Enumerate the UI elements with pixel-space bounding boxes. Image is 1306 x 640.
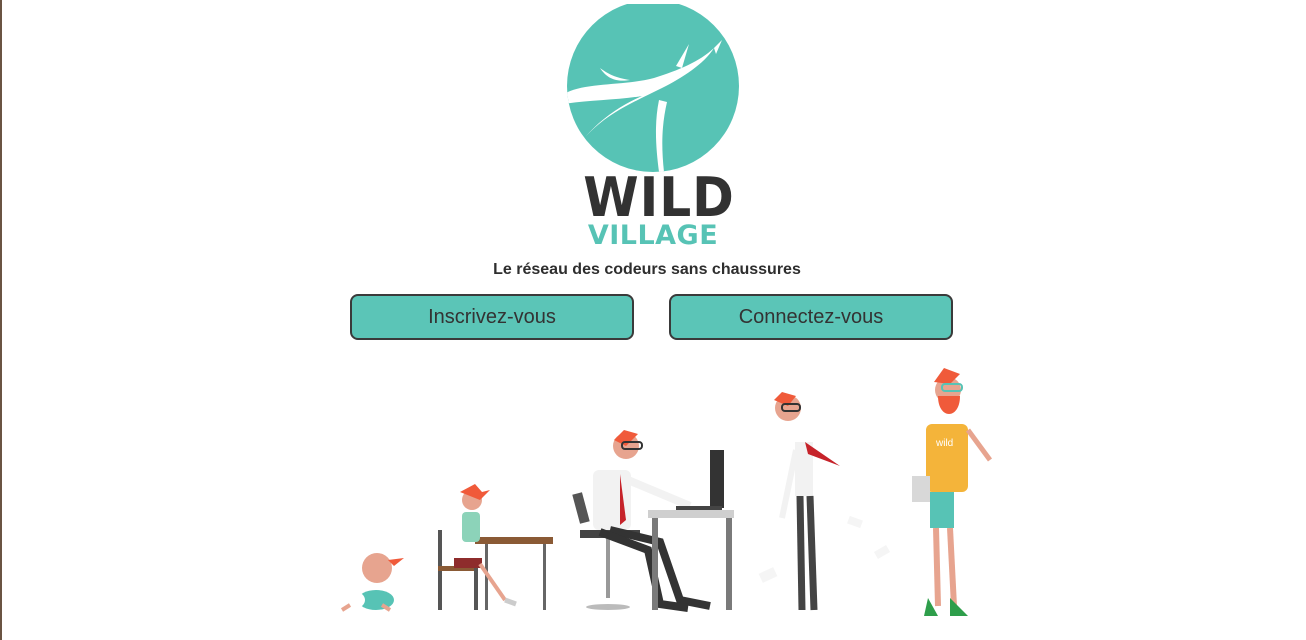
tshirt-text: wild (935, 438, 953, 449)
child-figure (438, 484, 553, 610)
brand-name-wild: WILD (583, 166, 735, 229)
login-button[interactable]: Connectez-vous (669, 294, 953, 340)
signup-button[interactable]: Inscrivez-vous (350, 294, 634, 340)
programmer-figure (572, 430, 734, 612)
wild-coder-figure: wild (912, 368, 993, 616)
tagline: Le réseau des codeurs sans chaussures (493, 261, 801, 278)
window-edge (0, 0, 2, 640)
baby-figure (340, 553, 404, 612)
brand-name-village: VILLAGE (587, 220, 719, 251)
thinker-figure (758, 392, 891, 611)
evolution-illustration: wild (340, 368, 993, 616)
landing-page: WILD VILLAGE Le réseau des codeurs sans … (0, 0, 1306, 640)
